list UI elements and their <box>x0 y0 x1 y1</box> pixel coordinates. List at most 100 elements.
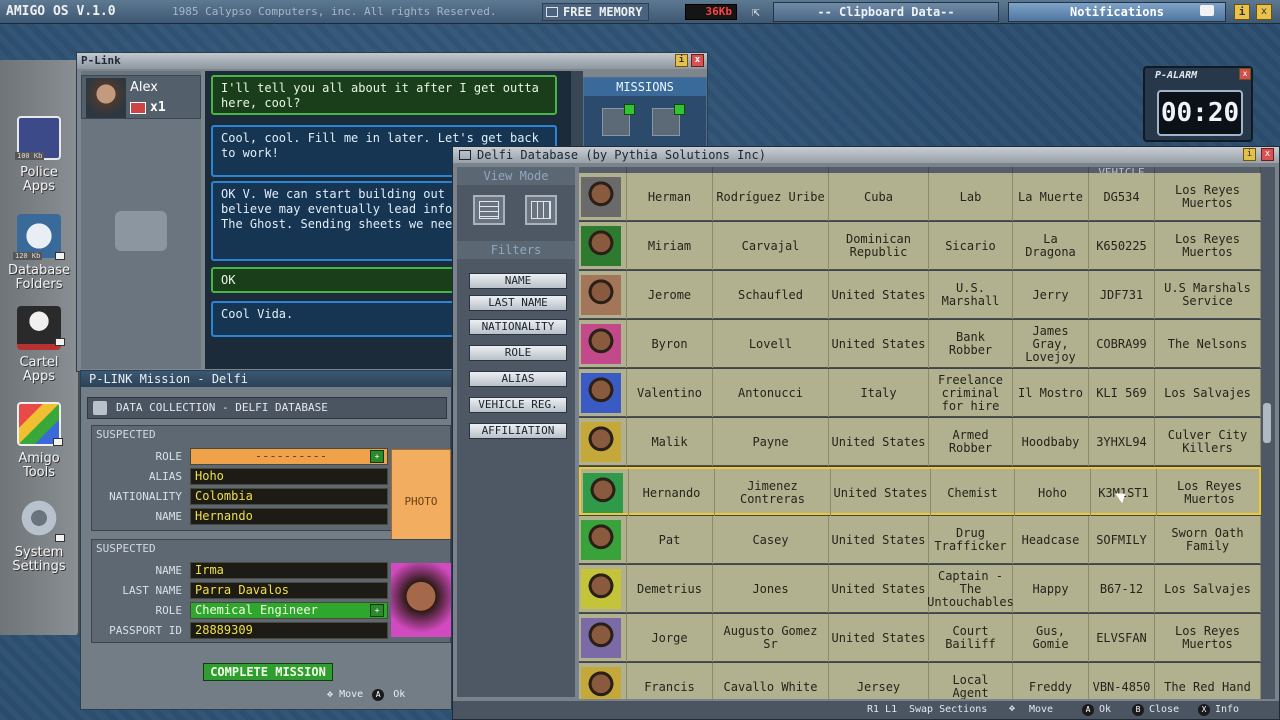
cell-photo <box>579 320 627 368</box>
table-row[interactable]: Jerome Schaufled United States U.S. Marshal… <box>579 271 1261 319</box>
cell-alias: Happy <box>1013 565 1089 613</box>
close-button[interactable]: x <box>1256 4 1272 20</box>
filter-name-button[interactable]: NAME <box>469 273 567 289</box>
table-row[interactable]: Jorge Augusto Gomez Sr United States Court … <box>579 614 1261 662</box>
grid-view-icon <box>531 201 551 219</box>
hint-swap-keys: R1 L1 <box>867 704 898 715</box>
window-info-button[interactable]: i <box>675 54 688 67</box>
table-row[interactable]: Herman Rodríguez Uribe Cuba Lab La Muerte DG5… <box>579 173 1261 221</box>
table-row[interactable]: Francis Cavallo White Jersey Local Agent Fre… <box>579 663 1261 699</box>
filter-vehicle-button[interactable]: VEHICLE REG. <box>469 397 567 413</box>
plink-titlebar[interactable]: P-Link i x <box>77 53 707 69</box>
cell-name: Jerome <box>627 271 713 319</box>
filter-alias-button[interactable]: ALIAS <box>469 371 567 387</box>
mission-window-title[interactable]: P-LINK Mission - Delfi <box>81 371 451 387</box>
photo-placeholder[interactable]: PHOTO <box>391 449 451 553</box>
suspect-photo <box>391 563 451 637</box>
contact-item-alex[interactable]: Alex x1 <box>81 75 201 119</box>
table-scrollbar[interactable] <box>1261 167 1275 699</box>
os-title: AMIGO OS V.1.0 <box>6 4 116 19</box>
window-close-button[interactable]: x <box>691 54 704 67</box>
clipboard-button[interactable]: -- Clipboard Data-- <box>773 2 999 22</box>
role-field[interactable]: Chemical Engineer <box>190 602 388 619</box>
dock-item-amigo-tools[interactable]: Amigo Tools <box>2 402 76 480</box>
table-row[interactable]: Byron Lovell United States Bank Robber James… <box>579 320 1261 368</box>
checkmark-icon <box>674 104 685 115</box>
suspect-photo <box>581 324 621 364</box>
cell-alias: Hoho <box>1015 469 1091 517</box>
role-label: ROLE <box>155 450 183 463</box>
edit-icon[interactable]: + <box>370 450 384 463</box>
cell-last-name: Jones <box>713 565 829 613</box>
b-button-icon: B <box>1132 704 1144 716</box>
filter-affiliation-button[interactable]: AFFILIATION <box>469 423 567 439</box>
cell-name: Hernando <box>629 469 715 517</box>
cell-role: Bank Robber <box>929 320 1013 368</box>
window-close-button[interactable]: x <box>1261 148 1274 161</box>
cell-name: Jorge <box>627 614 713 662</box>
hint-info: Info <box>1215 704 1240 715</box>
nationality-label: NATIONALITY <box>109 490 182 503</box>
cell-nationality: United States <box>829 614 929 662</box>
dock-item-database-folders[interactable]: 120 Kb Database Folders <box>2 214 76 292</box>
passport-field[interactable]: 28889309 <box>190 622 388 639</box>
window-info-button[interactable]: i <box>1243 148 1256 161</box>
tools-icon <box>17 402 63 446</box>
edit-icon[interactable]: + <box>370 604 384 617</box>
name-field[interactable]: Irma <box>190 562 388 579</box>
nationality-field[interactable]: Colombia <box>190 488 388 505</box>
list-view-button[interactable] <box>473 195 505 225</box>
skull-icon <box>17 306 65 350</box>
filter-nationality-button[interactable]: NATIONALITY <box>469 319 567 335</box>
app-dock: 100 Kb Police Apps 120 Kb Database Folde… <box>0 60 80 635</box>
cell-affiliation: Los Salvajes <box>1155 369 1261 417</box>
alarm-close-button[interactable]: x <box>1239 68 1251 80</box>
table-row[interactable]: Malik Payne United States Armed Robber Hoodb… <box>579 418 1261 466</box>
cell-affiliation: Los Reyes Muertos <box>1155 173 1261 221</box>
cell-vehicle-reg: KLI 569 <box>1089 369 1155 417</box>
table-row[interactable]: Valentino Antonucci Italy Freelance crimina… <box>579 369 1261 417</box>
cell-photo <box>579 369 627 417</box>
role-field[interactable]: ---------- <box>190 448 388 465</box>
lastname-field[interactable]: Parra Davalos <box>190 582 388 599</box>
avatar <box>86 78 126 118</box>
cell-alias: La Dragona <box>1013 222 1089 270</box>
filter-role-button[interactable]: ROLE <box>469 345 567 361</box>
filter-lastname-button[interactable]: LAST NAME <box>469 295 567 311</box>
contact-name: Alex <box>130 80 158 95</box>
clipboard-icon[interactable]: ⇱ <box>752 5 760 20</box>
delfi-titlebar[interactable]: Delfi Database (by Pythia Solutions Inc)… <box>453 147 1279 163</box>
name-field[interactable]: Hernando <box>190 508 388 525</box>
info-button[interactable]: i <box>1234 4 1250 20</box>
contact-sidebar: Alex x1 <box>81 71 201 369</box>
cell-alias: Gus, Gomie <box>1013 614 1089 662</box>
complete-mission-button[interactable]: COMPLETE MISSION <box>203 663 333 681</box>
cell-alias: Jerry <box>1013 271 1089 319</box>
dock-label: Cartel Apps <box>19 355 59 384</box>
dock-item-police-apps[interactable]: 100 Kb Police Apps <box>2 116 76 194</box>
chat-bubble-icon <box>115 211 167 251</box>
table-row[interactable]: Hernando Jimenez Contreras United States Ch… <box>579 467 1261 517</box>
folder-icon <box>53 438 63 446</box>
mission-header: DATA COLLECTION - DELFI DATABASE <box>87 397 447 419</box>
notifications-button[interactable]: Notifications <box>1008 2 1226 22</box>
cell-vehicle-reg: K650225 <box>1089 222 1155 270</box>
cell-nationality: Dominican Republic <box>829 222 929 270</box>
cell-role: Captain - The Untouchables <box>927 565 1014 613</box>
dock-item-cartel-apps[interactable]: Cartel Apps <box>2 306 76 384</box>
dock-item-system-settings[interactable]: System Settings <box>2 496 76 574</box>
hint-move: Move <box>1029 704 1054 715</box>
cell-vehicle-reg: B67-12 <box>1089 565 1155 613</box>
database-icon: 120 Kb <box>13 214 65 260</box>
table-row[interactable]: Pat Casey United States Drug Trafficker Head… <box>579 516 1261 564</box>
scroll-thumb[interactable] <box>1263 403 1271 443</box>
gear-icon <box>17 496 65 542</box>
cell-photo <box>581 469 629 517</box>
table-row[interactable]: Miriam Carvajal Dominican Republic Sicario L… <box>579 222 1261 270</box>
grid-view-button[interactable] <box>525 195 557 225</box>
alias-field[interactable]: Hoho <box>190 468 388 485</box>
table-row[interactable]: Demetrius Jones United States Captain - The… <box>579 565 1261 613</box>
cell-alias: James Gray, Lovejoy <box>1013 320 1089 368</box>
cell-nationality: United States <box>829 320 929 368</box>
top-menu-bar: AMIGO OS V.1.0 1985 Calypso Computers, i… <box>0 0 1280 24</box>
